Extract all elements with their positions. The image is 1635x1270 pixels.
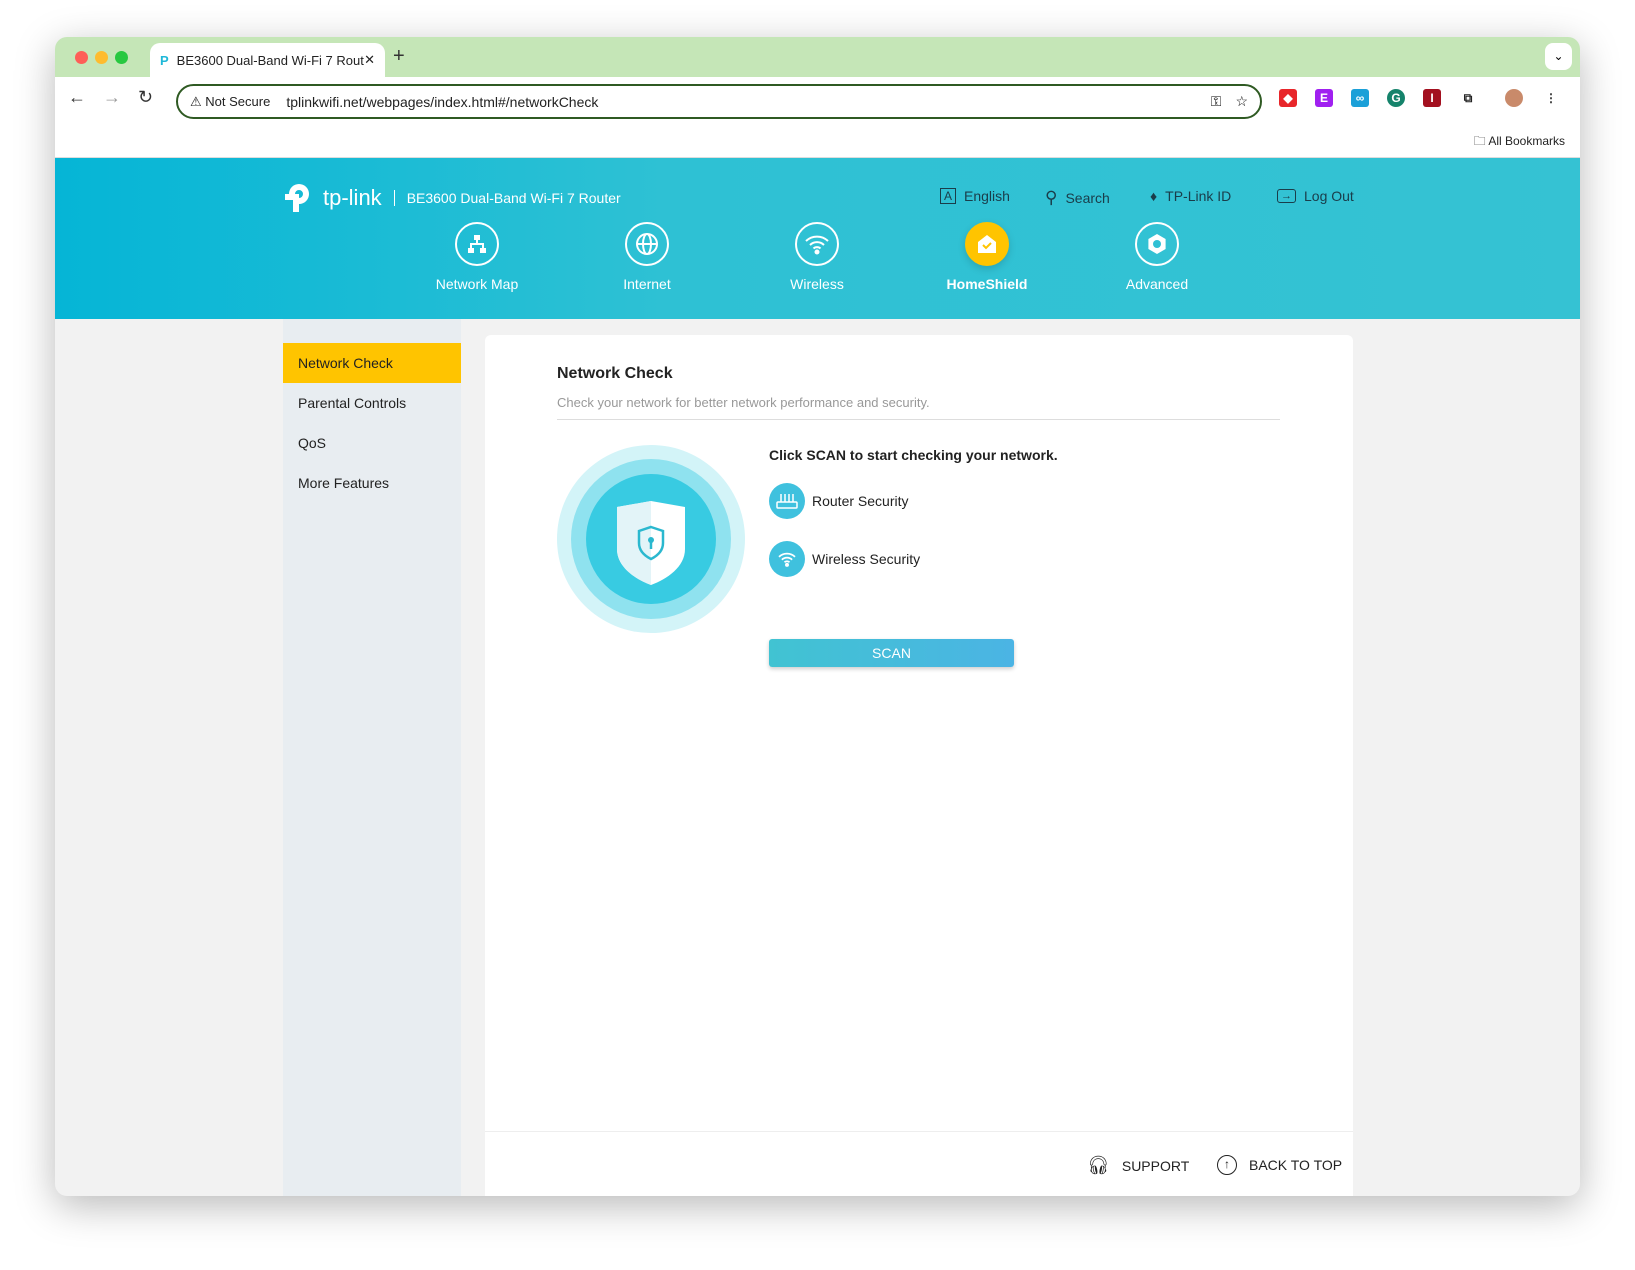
- search-icon: ⚲: [1045, 188, 1058, 207]
- address-bar[interactable]: ⚠ Not Secure tplinkwifi.net/webpages/ind…: [176, 84, 1262, 119]
- language-label: English: [964, 188, 1010, 204]
- tplink-logo-icon: [285, 184, 309, 212]
- back-to-top-link[interactable]: ↑ BACK TO TOP: [1217, 1155, 1342, 1175]
- browser-tab[interactable]: P BE3600 Dual-Band Wi-Fi 7 Router ✕: [150, 43, 385, 77]
- check-label: Router Security: [812, 493, 909, 509]
- wifi-icon: [769, 541, 805, 577]
- browser-toolbar: ← → ↻ ⚠ Not Secure tplinkwifi.net/webpag…: [55, 77, 1580, 122]
- tab-search-button[interactable]: ⌄: [1545, 43, 1572, 70]
- logout-button[interactable]: → Log Out: [1277, 188, 1354, 204]
- close-tab-icon[interactable]: ✕: [364, 52, 375, 68]
- all-bookmarks-button[interactable]: 🗀 All Bookmarks: [1474, 132, 1565, 153]
- sidebar-item-network-check[interactable]: Network Check: [283, 343, 461, 383]
- check-wireless-security: Wireless Security: [769, 541, 920, 577]
- back-button[interactable]: ←: [68, 87, 86, 108]
- network-map-icon: [455, 222, 499, 266]
- logout-label: Log Out: [1304, 188, 1354, 204]
- extension-grammarly-icon[interactable]: G: [1387, 89, 1405, 107]
- brand-name: tp-link: [323, 185, 382, 210]
- nav-label: HomeShield: [946, 276, 1028, 292]
- url-text: tplinkwifi.net/webpages/index.html#/netw…: [286, 93, 599, 110]
- check-label: Wireless Security: [812, 551, 921, 567]
- all-bookmarks-label: All Bookmarks: [1488, 134, 1565, 148]
- tplink-logo[interactable]: tp-link BE3600 Dual-Band Wi-Fi 7 Router: [283, 180, 621, 216]
- scan-button[interactable]: SCAN: [769, 639, 1014, 667]
- support-label: SUPPORT: [1121, 1157, 1190, 1174]
- browser-window: P BE3600 Dual-Band Wi-Fi 7 Router ✕ + ⌄ …: [55, 37, 1580, 1196]
- close-window-button[interactable]: [75, 51, 88, 64]
- nav-homeshield[interactable]: HomeShield: [927, 222, 1047, 292]
- browser-menu-icon[interactable]: ⋮: [1542, 89, 1560, 107]
- search-button[interactable]: ⚲ Search: [1045, 188, 1110, 208]
- forward-button[interactable]: →: [103, 87, 121, 108]
- nav-label: Network Map: [435, 276, 519, 292]
- router-header: tp-link BE3600 Dual-Band Wi-Fi 7 Router …: [55, 158, 1580, 319]
- sidebar-item-parental-controls[interactable]: Parental Controls: [283, 383, 461, 423]
- divider: [393, 190, 395, 206]
- divider: [557, 419, 1280, 420]
- extension-tag-icon[interactable]: ◆: [1279, 89, 1297, 107]
- extensions-puzzle-icon[interactable]: ⧉: [1459, 89, 1477, 107]
- router-icon: [769, 483, 805, 519]
- language-button[interactable]: A English: [940, 188, 1010, 204]
- nav-label: Advanced: [1125, 276, 1189, 292]
- key-icon[interactable]: ⚿: [1211, 93, 1222, 110]
- headset-icon: 🎧︎: [1087, 1155, 1110, 1175]
- tplink-favicon-icon: P: [160, 52, 169, 68]
- nav-wireless[interactable]: Wireless: [757, 222, 877, 292]
- reload-button[interactable]: ↻: [138, 87, 153, 108]
- extension-e-icon[interactable]: E: [1315, 89, 1333, 107]
- bookmark-star-icon[interactable]: ☆: [1235, 93, 1248, 110]
- language-icon: A: [940, 188, 957, 204]
- maximize-window-button[interactable]: [115, 51, 128, 64]
- gear-icon: [1135, 222, 1179, 266]
- sidebar-item-qos[interactable]: QoS: [283, 423, 461, 463]
- check-router-security: Router Security: [769, 483, 908, 519]
- page-subtitle: Check your network for better network pe…: [557, 395, 930, 410]
- tplink-id-button[interactable]: ♦ TP-Link ID: [1150, 188, 1231, 204]
- sidebar-item-more-features[interactable]: More Features: [283, 463, 461, 503]
- extension-i-icon[interactable]: I: [1423, 89, 1441, 107]
- shield-lock-icon: [617, 501, 685, 585]
- scan-prompt: Click SCAN to start checking your networ…: [769, 447, 1058, 463]
- nav-advanced[interactable]: Advanced: [1097, 222, 1217, 292]
- footer-divider: [485, 1131, 1353, 1132]
- back-to-top-label: BACK TO TOP: [1249, 1157, 1343, 1173]
- not-secure-label: Not Secure: [205, 93, 271, 109]
- nav-label: Wireless: [790, 276, 844, 292]
- globe-icon: [625, 222, 669, 266]
- tplink-id-label: TP-Link ID: [1165, 188, 1232, 204]
- nav-network-map[interactable]: Network Map: [417, 222, 537, 292]
- arrow-up-circle-icon: ↑: [1217, 1155, 1237, 1175]
- extension-link-icon[interactable]: ∞: [1351, 89, 1369, 107]
- page-title: Network Check: [557, 365, 673, 382]
- tab-bar: P BE3600 Dual-Band Wi-Fi 7 Router ✕ + ⌄: [55, 37, 1580, 77]
- main-content: Network Check Check your network for bet…: [485, 335, 1353, 1196]
- not-secure-indicator[interactable]: ⚠ Not Secure: [190, 94, 270, 110]
- sidebar: Network Check Parental Controls QoS More…: [283, 319, 461, 1196]
- wifi-icon: [795, 222, 839, 266]
- homeshield-icon: [965, 222, 1009, 266]
- support-link[interactable]: 🎧︎ SUPPORT: [1087, 1155, 1189, 1176]
- nav-label: Internet: [623, 276, 671, 292]
- bookmarks-bar: 🗀 All Bookmarks: [55, 122, 1580, 158]
- logout-icon: →: [1277, 189, 1296, 203]
- new-tab-button[interactable]: +: [393, 45, 405, 68]
- tab-title: BE3600 Dual-Band Wi-Fi 7 Router: [176, 52, 365, 68]
- minimize-window-button[interactable]: [95, 51, 108, 64]
- tplink-id-icon: ♦: [1150, 188, 1158, 204]
- profile-avatar[interactable]: [1505, 89, 1523, 107]
- nav-internet[interactable]: Internet: [587, 222, 707, 292]
- router-model: BE3600 Dual-Band Wi-Fi 7 Router: [406, 190, 621, 206]
- search-label: Search: [1065, 190, 1110, 206]
